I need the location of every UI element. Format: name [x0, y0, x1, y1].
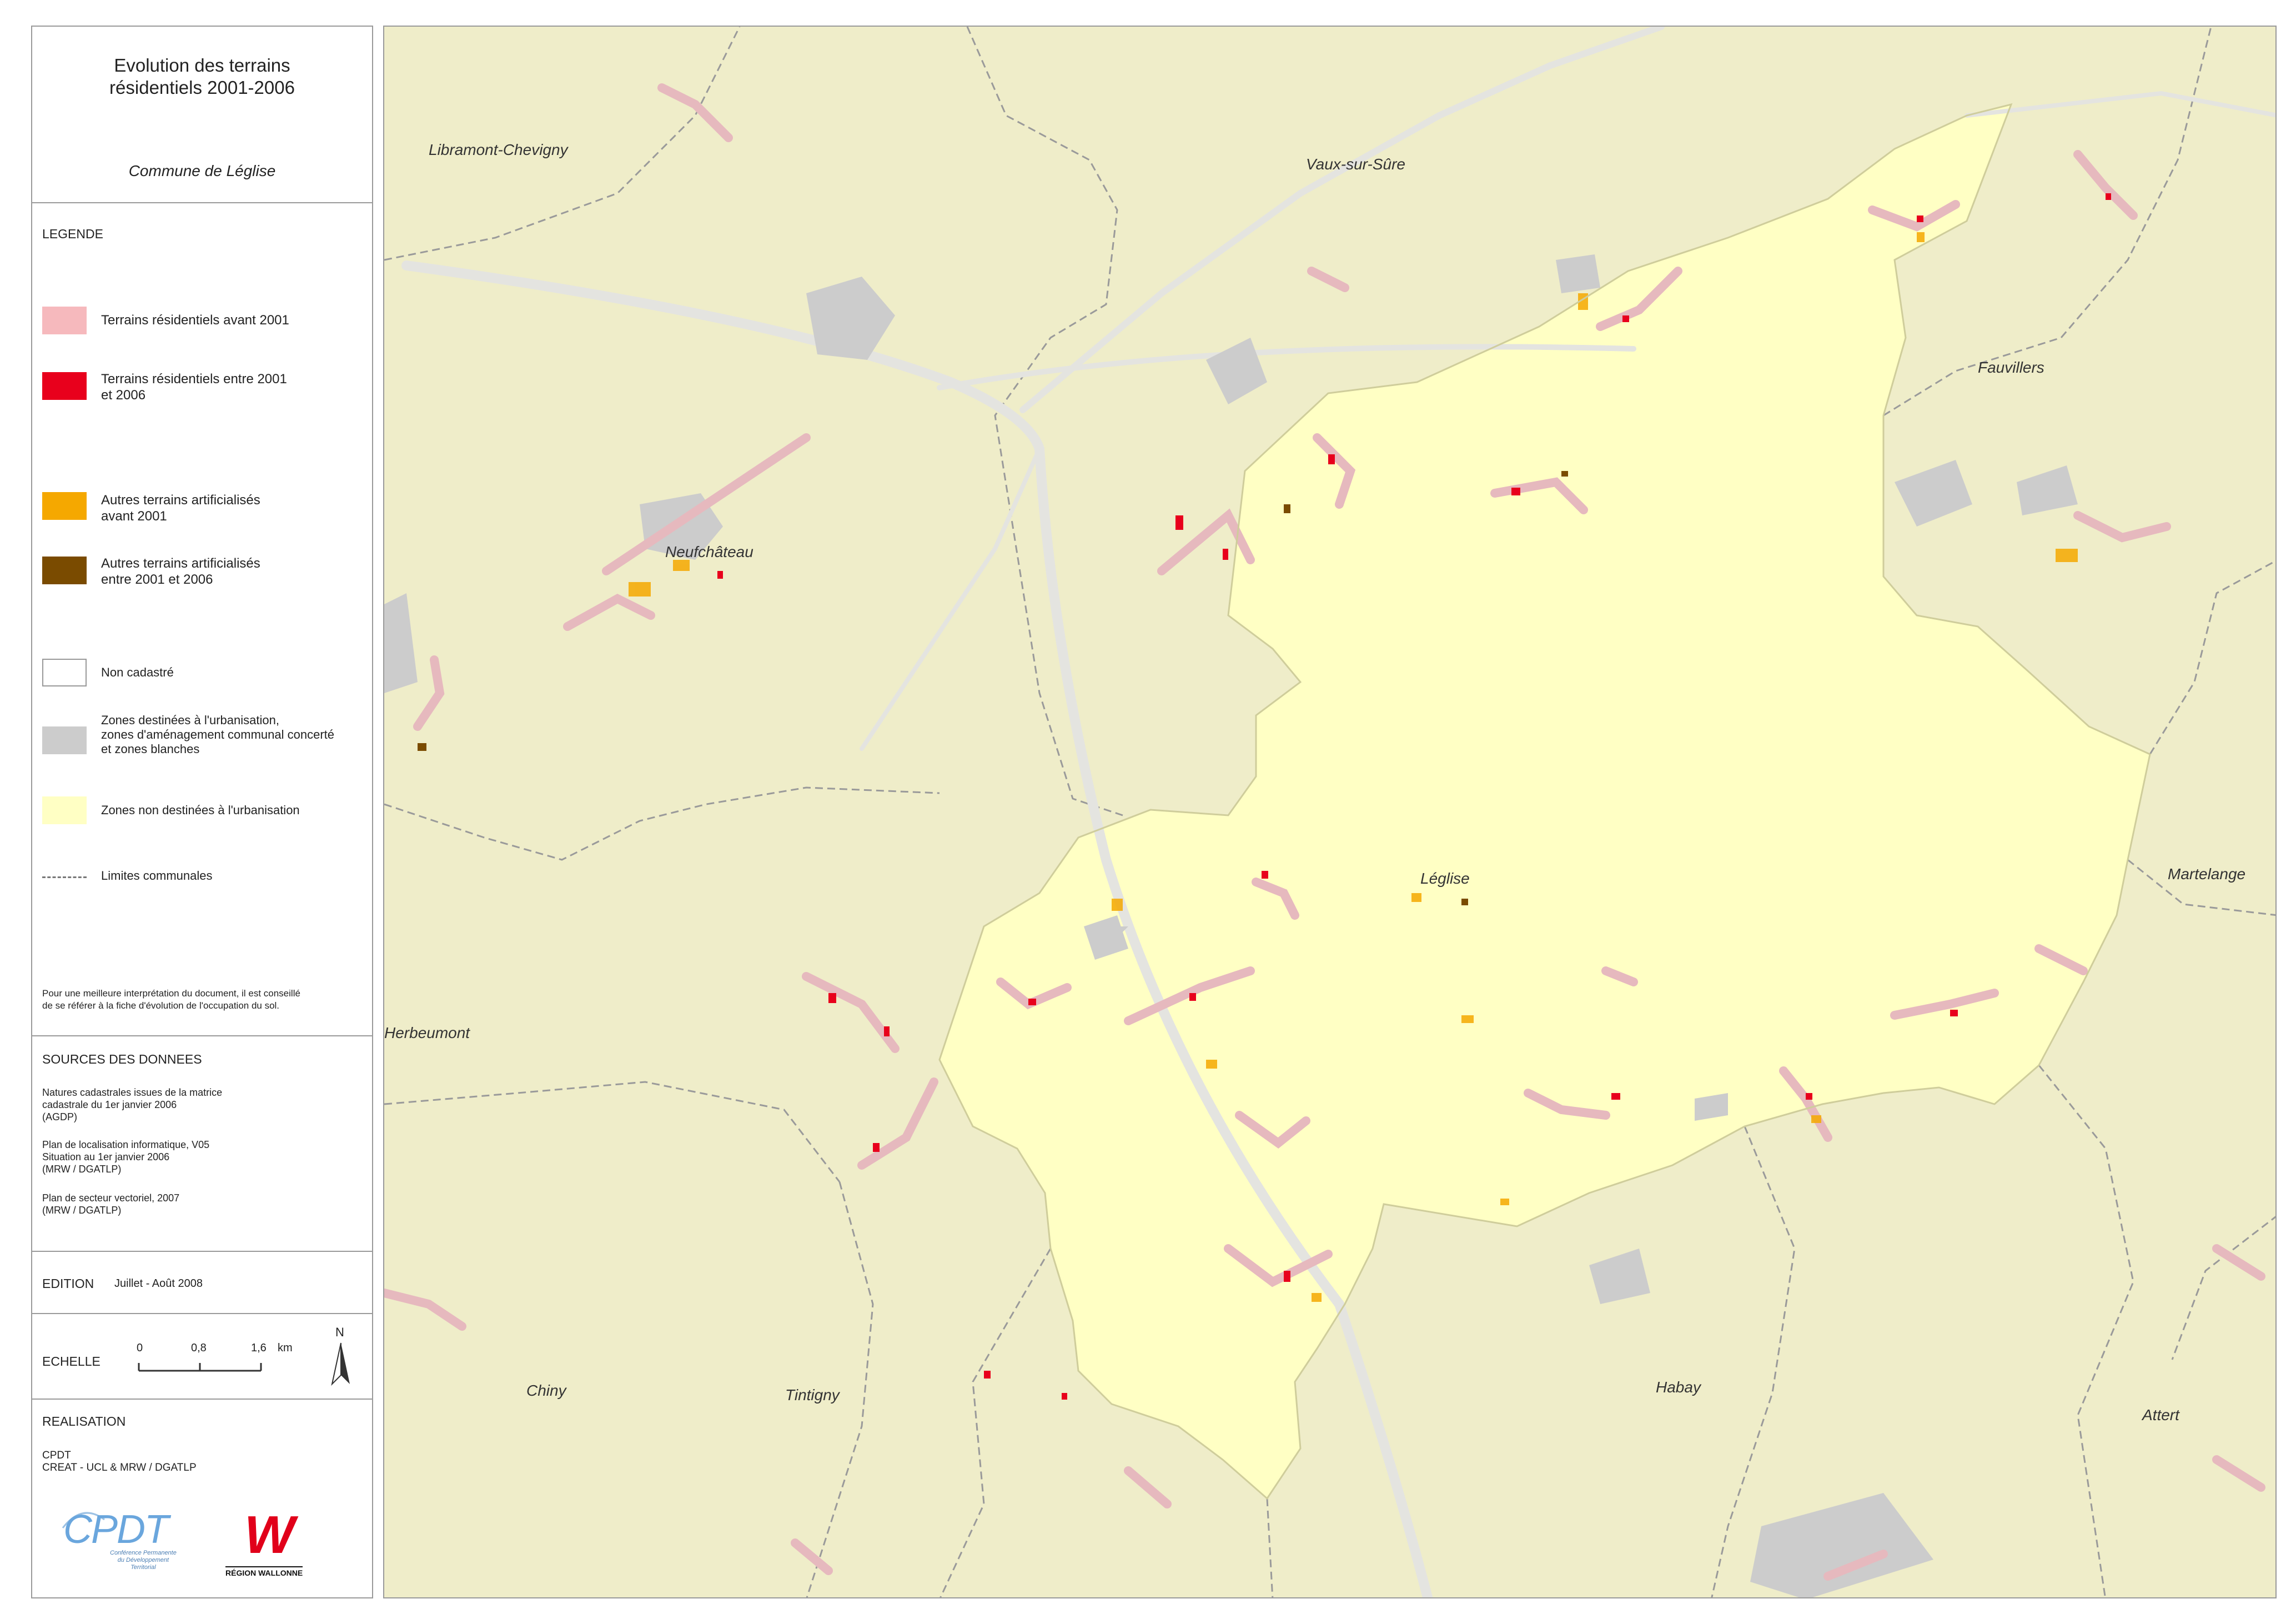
realisation-section: REALISATION CPDT CREAT - UCL & MRW / DGA… [32, 1400, 372, 1598]
region-wallonne-text: RÉGION WALLONNE [225, 1566, 303, 1577]
place-label-neufchateau: Neufchâteau [665, 543, 753, 560]
scale-tick-1-6: 1,6 [251, 1342, 267, 1354]
legend-panel: Evolution des terrains résidentiels 2001… [31, 26, 373, 1598]
place-label-attert: Attert [2142, 1406, 2179, 1423]
edition-section: EDITION Juillet - Août 2008 [32, 1252, 372, 1314]
place-label-habay: Habay [1656, 1379, 1701, 1396]
place-label-fauvillers: Fauvillers [1978, 359, 2044, 376]
north-arrow-icon [331, 1342, 350, 1386]
source-entry: Plan de localisation informatique, V05 S… [42, 1139, 210, 1175]
white-swatch-icon [42, 659, 87, 686]
legend-item-non-cadastre: Non cadastré [101, 665, 174, 679]
region-wallonne-mark: W [244, 1505, 295, 1565]
legend-item-residential-2001-2006: Terrains résidentiels entre 2001 et 2006 [101, 372, 287, 403]
place-label-martelange: Martelange [2168, 865, 2246, 883]
realisation-credits: CPDT CREAT - UCL & MRW / DGATLP [42, 1450, 197, 1473]
grey-swatch-icon [42, 726, 87, 754]
legend-item-communal-limits: Limites communales [101, 869, 213, 883]
place-label-chiny: Chiny [526, 1382, 566, 1399]
scale-section: ECHELLE 0 0,8 1,6 km N [32, 1314, 372, 1400]
map-canvas [384, 27, 2275, 1597]
source-entry: Plan de secteur vectoriel, 2007 (MRW / D… [42, 1192, 180, 1216]
legend-item-artificial-before-2001: Autres terrains artificialisés avant 200… [101, 493, 260, 524]
legend-section: LEGENDE Terrains résidentiels avant 2001… [32, 203, 372, 1036]
realisation-heading: REALISATION [42, 1414, 126, 1428]
red-swatch-icon [42, 372, 87, 400]
place-label-tintigny: Tintigny [785, 1386, 840, 1404]
scale-tick-0-8: 0,8 [191, 1342, 207, 1354]
place-label-vaux-sur-sure: Vaux-sur-Sûre [1306, 156, 1405, 173]
pink-swatch-icon [42, 307, 87, 334]
cpdt-logo-text: CPDT [63, 1507, 169, 1552]
place-label-libramont: Libramont-Chevigny [429, 141, 568, 158]
yellow-swatch-icon [42, 796, 87, 824]
legend-item-urbanisation-zones: Zones destinées à l'urbanisation, zones … [101, 713, 334, 756]
source-entry: Natures cadastrales issues de la matrice… [42, 1087, 223, 1122]
map-title: Evolution des terrains résidentiels 2001… [109, 55, 295, 98]
map-subtitle: Commune de Léglise [128, 162, 276, 179]
dashed-line-icon [42, 876, 87, 878]
legend-item-non-urbanisation-zones: Zones non destinées à l'urbanisation [101, 803, 300, 817]
edition-label: EDITION [42, 1276, 94, 1291]
scale-label: ECHELLE [42, 1354, 101, 1369]
north-label: N [335, 1325, 344, 1339]
cpdt-logo: CPDT Conférence Permanente du Développem… [60, 1508, 193, 1581]
scale-tick-0: 0 [137, 1342, 143, 1354]
title-section: Evolution des terrains résidentiels 2001… [32, 27, 372, 203]
legend-item-residential-before-2001: Terrains résidentiels avant 2001 [101, 313, 289, 328]
scale-unit: km [278, 1342, 293, 1354]
sources-section: SOURCES DES DONNEES Natures cadastrales … [32, 1036, 372, 1252]
sources-heading: SOURCES DES DONNEES [42, 1052, 202, 1066]
cpdt-logo-tagline: Conférence Permanente du Développement T… [110, 1550, 177, 1571]
edition-date: Juillet - Août 2008 [114, 1277, 203, 1290]
brown-swatch-icon [42, 557, 87, 584]
region-wallonne-logo: W RÉGION WALLONNE [225, 1508, 314, 1581]
legend-note: Pour une meilleure interprétation du doc… [42, 988, 300, 1011]
place-label-herbeumont: Herbeumont [384, 1024, 470, 1041]
legend-item-artificial-2001-2006: Autres terrains artificialisés entre 200… [101, 556, 260, 587]
place-label-leglise: Léglise [1420, 870, 1470, 887]
map-area[interactable]: Libramont-Chevigny Vaux-sur-Sûre Fauvill… [383, 26, 2277, 1598]
scale-bar-icon [138, 1363, 262, 1372]
orange-swatch-icon [42, 492, 87, 520]
legend-heading: LEGENDE [42, 227, 103, 241]
